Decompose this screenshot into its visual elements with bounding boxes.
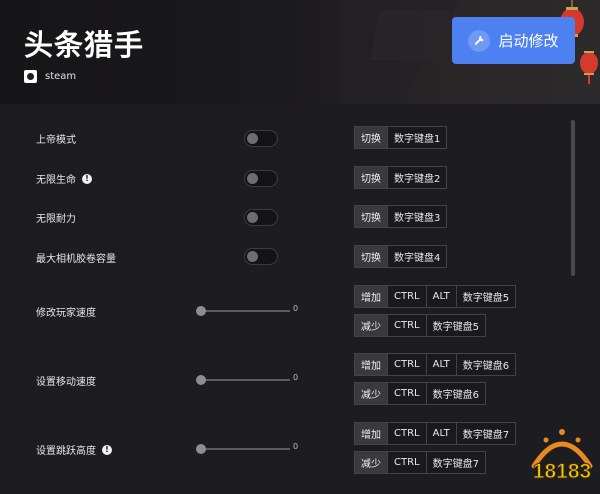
slider-jump-height[interactable]: 0 (196, 442, 306, 454)
hotkey-group: 切换 数字键盘2 (354, 166, 448, 189)
wrench-icon (468, 29, 491, 52)
hotkey-key[interactable]: ALT (425, 286, 456, 307)
hotkey-key[interactable]: 数字键盘3 (387, 206, 446, 227)
hotkey-mode-toggle[interactable]: 切换 (355, 167, 387, 188)
slider-player-speed[interactable]: 0 (196, 304, 306, 316)
hotkey-group: 切换 数字键盘3 (354, 205, 448, 228)
cheat-label-max-film-capacity: 最大相机胶卷容量 (36, 250, 116, 265)
info-icon[interactable]: ! (82, 173, 92, 184)
cheat-label-infinite-health: 无限生命 ! (36, 171, 92, 186)
hotkey-key[interactable]: 数字键盘2 (387, 167, 446, 188)
hotkey-mode-toggle[interactable]: 切换 (355, 127, 387, 148)
hotkey-key[interactable]: CTRL (387, 452, 426, 473)
hotkey-key[interactable]: CTRL (387, 354, 426, 375)
hotkey-key[interactable]: 数字键盘6 (425, 383, 485, 404)
cheat-label-text: 无限生命 (36, 175, 76, 186)
hotkey-mode-increase[interactable]: 增加 (355, 286, 387, 307)
hotkey-mode-toggle[interactable]: 切换 (355, 246, 387, 267)
hotkey-group-decrease: 减少 CTRL 数字键盘7 (354, 451, 486, 474)
hotkey-group-decrease: 减少 CTRL 数字键盘5 (354, 314, 486, 337)
hotkey-key[interactable]: ALT (425, 423, 456, 444)
hotkey-key[interactable]: ALT (425, 354, 456, 375)
hotkey-key[interactable]: 数字键盘5 (455, 286, 515, 307)
hotkey-group-increase: 增加 CTRL ALT 数字键盘7 (354, 422, 517, 445)
platform-label: steam (45, 71, 77, 82)
lantern-icon (580, 52, 598, 74)
slider-track[interactable] (200, 448, 290, 450)
hotkey-group: 切换 数字键盘4 (354, 245, 448, 268)
launch-button-label: 启动修改 (498, 32, 559, 50)
hotkey-mode-decrease[interactable]: 减少 (355, 383, 387, 404)
hotkey-group: 切换 数字键盘1 (354, 126, 448, 149)
toggle-max-film-capacity[interactable] (244, 248, 278, 265)
watermark-text: 18183 (533, 460, 591, 483)
cheat-label-text: 修改玩家速度 (36, 308, 96, 319)
hotkey-key[interactable]: CTRL (387, 315, 426, 336)
watermark-logo: 18183 (524, 418, 600, 490)
slider-value: 0 (293, 304, 299, 313)
slider-move-speed[interactable]: 0 (196, 373, 306, 385)
launch-button[interactable]: 启动修改 (452, 17, 575, 64)
header-bar: 头条猎手 steam 启动修改 (0, 0, 600, 104)
cheat-label-move-speed: 设置移动速度 (36, 373, 96, 388)
cheat-label-jump-height: 设置跳跃高度 ! (36, 442, 112, 457)
watermark-logo-icon: 18183 (531, 429, 593, 484)
hotkey-key[interactable]: 数字键盘4 (387, 246, 446, 267)
toggle-infinite-health[interactable] (244, 170, 278, 187)
cheat-label-text: 无限耐力 (36, 214, 76, 225)
slider-thumb[interactable] (196, 375, 206, 385)
slider-value: 0 (293, 442, 299, 451)
hotkey-group-increase: 增加 CTRL ALT 数字键盘5 (354, 285, 517, 308)
hotkey-key[interactable]: 数字键盘7 (425, 452, 485, 473)
slider-value: 0 (293, 373, 299, 382)
hotkey-group-decrease: 减少 CTRL 数字键盘6 (354, 382, 486, 405)
hotkey-key[interactable]: CTRL (387, 423, 426, 444)
hotkey-key[interactable]: 数字键盘7 (455, 423, 515, 444)
hotkey-key[interactable]: 数字键盘6 (455, 354, 515, 375)
hotkey-key[interactable]: 数字键盘1 (387, 127, 446, 148)
hotkey-mode-increase[interactable]: 增加 (355, 423, 387, 444)
scrollbar[interactable] (571, 120, 575, 276)
cheat-label-text: 上帝模式 (36, 135, 76, 146)
hotkey-key[interactable]: 数字键盘5 (425, 315, 485, 336)
hotkey-group-increase: 增加 CTRL ALT 数字键盘6 (354, 353, 517, 376)
cheat-label-god-mode: 上帝模式 (36, 131, 76, 146)
hotkey-mode-decrease[interactable]: 减少 (355, 452, 387, 473)
cheat-label-text: 设置移动速度 (36, 377, 96, 388)
toggle-god-mode[interactable] (244, 130, 278, 147)
cheat-label-infinite-stamina: 无限耐力 (36, 210, 76, 225)
steam-icon (24, 70, 37, 83)
hotkey-key[interactable]: CTRL (387, 286, 426, 307)
app-title: 头条猎手 (24, 28, 145, 62)
slider-track[interactable] (200, 379, 290, 381)
toggle-infinite-stamina[interactable] (244, 209, 278, 226)
slider-thumb[interactable] (196, 306, 206, 316)
platform-indicator: steam (24, 70, 76, 83)
cheat-label-text: 最大相机胶卷容量 (36, 254, 116, 265)
slider-track[interactable] (200, 310, 290, 312)
slider-thumb[interactable] (196, 444, 206, 454)
info-icon[interactable]: ! (102, 444, 112, 455)
hotkey-mode-toggle[interactable]: 切换 (355, 206, 387, 227)
cheat-label-text: 设置跳跃高度 (36, 446, 96, 457)
hotkey-mode-increase[interactable]: 增加 (355, 354, 387, 375)
hotkey-mode-decrease[interactable]: 减少 (355, 315, 387, 336)
cheat-label-player-speed: 修改玩家速度 (36, 304, 96, 319)
hotkey-key[interactable]: CTRL (387, 383, 426, 404)
